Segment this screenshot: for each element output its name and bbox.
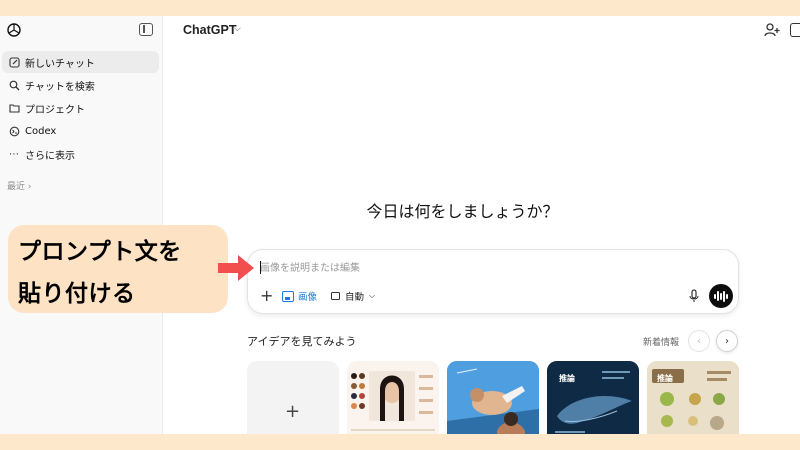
recent-section-label[interactable]: 最近 › bbox=[7, 179, 31, 192]
idea-card-family-photo[interactable] bbox=[447, 361, 539, 434]
greeting-heading: 今日は何をしましょうか？ bbox=[366, 202, 559, 221]
sidebar-item-label: プロジェクト bbox=[25, 104, 85, 116]
arrow-right-icon bbox=[218, 255, 254, 281]
news-link[interactable]: 新着情報 bbox=[643, 335, 679, 348]
plus-icon: + bbox=[285, 401, 301, 422]
edit-icon bbox=[8, 56, 20, 68]
add-attachment-button[interactable]: + bbox=[260, 288, 273, 304]
image-tool-button[interactable]: 画像 bbox=[282, 289, 317, 303]
idea-card-whale-infographic[interactable]: 推論 bbox=[547, 361, 639, 434]
annotation-text-line1: プロンプト文を bbox=[18, 239, 182, 265]
codex-icon bbox=[8, 125, 20, 137]
mode-icon bbox=[331, 292, 340, 300]
mode-label: 自動 bbox=[345, 292, 365, 303]
sidebar-item-projects[interactable]: プロジェクト bbox=[2, 97, 159, 119]
sidebar-item-label: チャットを検索 bbox=[25, 81, 95, 93]
more-icon: ⋯ bbox=[9, 148, 19, 160]
chevron-down-icon[interactable]: ⌵ bbox=[234, 24, 241, 34]
image-icon bbox=[282, 290, 294, 302]
waveform-bar bbox=[717, 291, 719, 301]
prompt-input[interactable] bbox=[260, 260, 720, 276]
card-label: 推論 bbox=[559, 374, 575, 383]
openai-logo-icon[interactable] bbox=[6, 22, 22, 38]
whale-infographic-thumbnail bbox=[547, 361, 639, 434]
waveform-bar bbox=[723, 290, 725, 302]
portrait-palette-thumbnail bbox=[347, 361, 439, 434]
model-selector[interactable]: ChatGPT bbox=[183, 23, 236, 37]
voice-mode-button[interactable] bbox=[709, 284, 733, 308]
idea-card-add[interactable]: + bbox=[247, 361, 339, 434]
search-icon bbox=[8, 79, 20, 91]
add-user-icon[interactable] bbox=[764, 22, 780, 38]
ideas-heading: アイデアを見てみよう bbox=[247, 335, 357, 348]
idea-card-ingredients-chart[interactable]: 推論 bbox=[647, 361, 739, 434]
sidebar-item-label: 新しいチャット bbox=[25, 58, 95, 70]
sidebar-header bbox=[0, 16, 163, 44]
sidebar-item-label: Codex bbox=[25, 125, 57, 137]
idea-card-portrait-palette[interactable] bbox=[347, 361, 439, 434]
family-photo-thumbnail bbox=[447, 361, 539, 434]
image-tool-label: 画像 bbox=[298, 292, 318, 303]
prompt-composer: + 画像 自動 ⌵ bbox=[247, 249, 739, 314]
waveform-bar bbox=[726, 293, 728, 299]
mode-dropdown[interactable]: 自動 ⌵ bbox=[331, 289, 375, 303]
temporary-chat-icon[interactable] bbox=[790, 23, 800, 37]
waveform-bar bbox=[714, 293, 716, 299]
ingredients-chart-thumbnail bbox=[647, 361, 739, 434]
text-cursor bbox=[260, 261, 261, 274]
sidebar-item-more[interactable]: ⋯ さらに表示 bbox=[2, 143, 159, 165]
card-label: 推論 bbox=[657, 374, 673, 383]
sidebar-item-label: さらに表示 bbox=[25, 150, 75, 162]
sidebar-item-codex[interactable]: Codex bbox=[2, 120, 159, 142]
sidebar-toggle-icon[interactable] bbox=[139, 23, 153, 36]
sidebar-item-new-chat[interactable]: 新しいチャット bbox=[2, 51, 159, 73]
microphone-icon[interactable] bbox=[689, 289, 699, 303]
annotation-text-line2: 貼り付ける bbox=[18, 281, 136, 307]
carousel-next-button[interactable]: › bbox=[716, 330, 738, 352]
folder-icon bbox=[8, 102, 20, 114]
waveform-bar bbox=[720, 292, 722, 300]
sidebar-item-search-chats[interactable]: チャットを検索 bbox=[2, 74, 159, 96]
carousel-prev-button[interactable]: ‹ bbox=[688, 330, 710, 352]
chevron-down-icon: ⌵ bbox=[369, 291, 376, 300]
